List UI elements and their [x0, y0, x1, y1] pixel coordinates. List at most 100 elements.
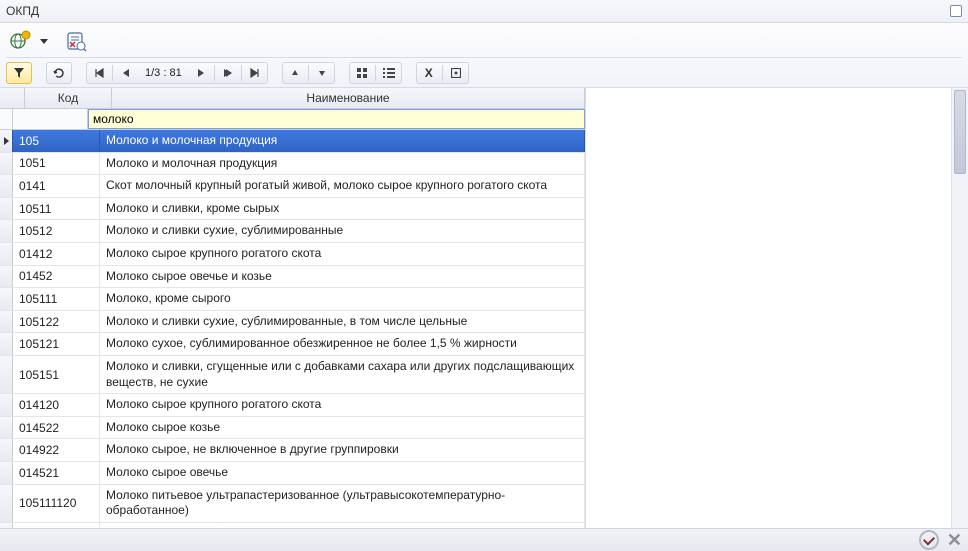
cell-name: Молоко сухое, сублимированное обезжиренн…	[100, 333, 585, 355]
cell-name: Молоко сырое овечье	[100, 462, 585, 484]
grid-view-button[interactable]	[351, 64, 373, 82]
sort-desc-button[interactable]	[311, 64, 333, 82]
cell-code: 105122	[13, 311, 100, 333]
table-row[interactable]: 1051Молоко и молочная продукция	[0, 153, 585, 176]
tools-bar: X	[416, 62, 469, 84]
content: Код Наименование 105Молоко и молочная пр…	[0, 87, 968, 528]
scrollbar[interactable]	[951, 88, 968, 528]
cell-name: Молоко сырое козье	[100, 417, 585, 439]
table-row[interactable]: 014521Молоко сырое овечье	[0, 462, 585, 485]
filter-name-input[interactable]	[88, 109, 585, 129]
world-icon	[9, 30, 31, 52]
column-header-code[interactable]: Код	[25, 88, 112, 108]
row-indicator	[0, 485, 13, 522]
row-indicator	[0, 175, 13, 197]
cell-code: 10512	[13, 220, 100, 242]
cell-name: Скот молочный крупный рогатый живой, мол…	[100, 175, 585, 197]
x-tool-button[interactable]: X	[418, 64, 440, 82]
cell-name: Молоко питьевое ультрапастеризованное (у…	[100, 485, 585, 522]
table-row[interactable]: 014120Молоко сырое крупного рогатого ско…	[0, 394, 585, 417]
row-indicator	[0, 333, 13, 355]
filter-code-cell[interactable]	[13, 109, 88, 129]
window: ОКПД	[0, 0, 968, 551]
cell-code: 105121	[13, 333, 100, 355]
cell-code: 105151	[13, 356, 100, 393]
row-indicator	[0, 153, 13, 175]
cell-name: Молоко, кроме сырого	[100, 288, 585, 310]
cell-name: Молоко и молочная продукция	[100, 153, 585, 175]
table-row[interactable]: 014522Молоко сырое козье	[0, 417, 585, 440]
grid-filter-row	[0, 109, 585, 130]
table-row[interactable]: 105122Молоко и сливки сухие, сублимирова…	[0, 311, 585, 334]
last-page-button[interactable]	[244, 64, 266, 82]
next-record-button[interactable]	[190, 64, 212, 82]
clear-filters-button[interactable]	[62, 27, 90, 55]
cell-name: Молоко сырое, не включенное в другие гру…	[100, 439, 585, 461]
cell-code: 1051	[13, 153, 100, 175]
grid-header: Код Наименование	[0, 88, 585, 109]
cell-code: 105111120	[13, 485, 100, 522]
row-indicator	[0, 130, 13, 152]
cell-code: 01412	[13, 243, 100, 265]
table-row[interactable]: 105151Молоко и сливки, сгущенные или с д…	[0, 356, 585, 394]
ok-button[interactable]	[919, 530, 939, 550]
table-row[interactable]: 105121Молоко сухое, сублимированное обез…	[0, 333, 585, 356]
pagination-text: 1/3 : 81	[137, 67, 190, 79]
check-icon	[923, 533, 935, 545]
next-page-button[interactable]	[217, 64, 239, 82]
check-tool-button[interactable]	[445, 64, 467, 82]
row-indicator	[0, 288, 13, 310]
column-header-name[interactable]: Наименование	[112, 88, 585, 108]
row-indicator	[0, 356, 13, 393]
table-row[interactable]: 105111120Молоко питьевое ультрапастеризо…	[0, 485, 585, 523]
cell-name: Молоко и сливки, кроме сырых	[100, 198, 585, 220]
row-indicator	[0, 243, 13, 265]
cell-name: Молоко сырое крупного рогатого скота	[100, 243, 585, 265]
refresh-icon	[53, 67, 65, 79]
row-indicator	[0, 394, 13, 416]
cell-code: 014922	[13, 439, 100, 461]
row-indicator	[0, 311, 13, 333]
cancel-button[interactable]: ✕	[947, 531, 962, 549]
filter-row-indicator	[0, 109, 13, 129]
table-row[interactable]: 01412Молоко сырое крупного рогатого скот…	[0, 243, 585, 266]
table-row[interactable]: 0141Скот молочный крупный рогатый живой,…	[0, 175, 585, 198]
list-view-button[interactable]	[378, 64, 400, 82]
detail-panel	[586, 88, 968, 528]
cell-name: Молоко и сливки, сгущенные или с добавка…	[100, 356, 585, 393]
dropdown-arrow-icon[interactable]	[40, 39, 48, 44]
row-indicator	[0, 417, 13, 439]
scrollbar-thumb[interactable]	[954, 90, 966, 174]
current-row-arrow-icon	[4, 137, 9, 145]
row-indicator	[0, 266, 13, 288]
row-indicator	[0, 198, 13, 220]
first-page-button[interactable]	[88, 64, 110, 82]
table-row[interactable]: 10512Молоко и сливки сухие, сублимирован…	[0, 220, 585, 243]
cell-code: 0141	[13, 175, 100, 197]
row-indicator	[0, 220, 13, 242]
funnel-icon	[13, 67, 25, 79]
cell-code: 105111	[13, 288, 100, 310]
cell-code: 105	[13, 130, 100, 152]
grid-body[interactable]: 105Молоко и молочная продукция1051Молоко…	[0, 130, 585, 528]
sort-bar	[282, 62, 335, 84]
table-row[interactable]: 014922Молоко сырое, не включенное в друг…	[0, 439, 585, 462]
pagination-bar: 1/3 : 81	[86, 62, 268, 84]
table-row[interactable]: 01452Молоко сырое овечье и козье	[0, 266, 585, 289]
cell-code: 014521	[13, 462, 100, 484]
minimize-icon[interactable]	[950, 5, 962, 17]
titlebar: ОКПД	[0, 0, 968, 23]
cell-code: 014120	[13, 394, 100, 416]
table-row[interactable]: 10511Молоко и сливки, кроме сырых	[0, 198, 585, 221]
table-row[interactable]: 105Молоко и молочная продукция	[0, 130, 585, 153]
row-indicator	[0, 439, 13, 461]
sort-asc-button[interactable]	[284, 64, 306, 82]
table-row[interactable]: 105111Молоко, кроме сырого	[0, 288, 585, 311]
data-grid: Код Наименование 105Молоко и молочная пр…	[0, 88, 586, 528]
refresh-button[interactable]	[46, 62, 72, 84]
cell-name: Молоко и молочная продукция	[100, 130, 585, 152]
prev-page-button[interactable]	[115, 64, 137, 82]
cell-name: Молоко сырое овечье и козье	[100, 266, 585, 288]
filter-toggle-button[interactable]	[6, 62, 32, 84]
world-button[interactable]	[6, 27, 34, 55]
